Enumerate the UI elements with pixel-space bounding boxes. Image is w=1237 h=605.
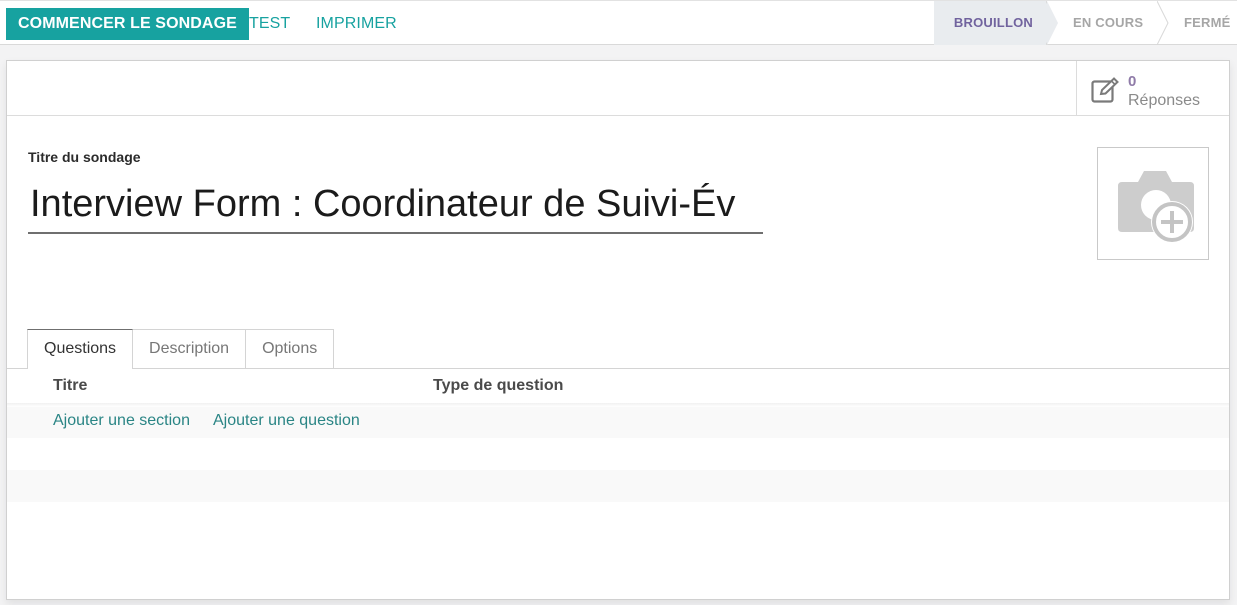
table-row-add: [7, 404, 1229, 438]
responses-label: Réponses: [1128, 92, 1201, 109]
survey-title-label: Titre du sondage: [28, 149, 141, 165]
tab-options[interactable]: Options: [245, 329, 335, 369]
form-sheet: 0 Réponses Titre du sondage Questions De…: [6, 60, 1230, 600]
start-survey-button[interactable]: COMMENCER LE SONDAGE: [6, 8, 249, 40]
stage-separator: [1157, 1, 1169, 45]
add-question-link[interactable]: Ajouter une question: [213, 412, 360, 430]
table-row-empty: [7, 438, 1229, 470]
responses-count: 0: [1128, 73, 1137, 90]
camera-plus-icon: [1118, 171, 1194, 243]
add-section-link[interactable]: Ajouter une section: [53, 412, 190, 430]
control-panel: COMMENCER LE SONDAGE TEST IMPRIMER BROUI…: [0, 0, 1237, 45]
responses-smart-button[interactable]: 0 Réponses: [1076, 61, 1229, 116]
survey-title-input[interactable]: [28, 173, 763, 234]
stage-closed[interactable]: FERMÉ: [1157, 1, 1237, 45]
stage-arrow: [1047, 1, 1058, 45]
column-header-question-type[interactable]: Type de question: [433, 377, 563, 395]
tab-questions[interactable]: Questions: [27, 329, 134, 369]
print-button[interactable]: IMPRIMER: [316, 8, 397, 40]
button-box: 0 Réponses: [7, 61, 1229, 116]
notebook-tabs: Questions Description Options: [27, 329, 335, 369]
survey-image-upload[interactable]: [1097, 147, 1209, 260]
stage-closed-label: FERMÉ: [1184, 15, 1231, 30]
status-bar: BROUILLON EN COURS FERMÉ: [933, 1, 1237, 45]
stage-in-progress[interactable]: EN COURS: [1046, 1, 1169, 45]
column-header-title[interactable]: Titre: [53, 377, 87, 395]
tabs-divider: [7, 368, 1229, 369]
header-shadow: [7, 403, 1229, 407]
tab-description[interactable]: Description: [132, 329, 247, 369]
edit-icon: [1091, 77, 1119, 103]
test-button[interactable]: TEST: [249, 8, 290, 40]
stage-draft[interactable]: BROUILLON: [933, 1, 1058, 45]
table-row-empty: [7, 470, 1229, 502]
stage-draft-label: BROUILLON: [953, 15, 1033, 30]
stage-in-progress-label: EN COURS: [1073, 15, 1144, 30]
